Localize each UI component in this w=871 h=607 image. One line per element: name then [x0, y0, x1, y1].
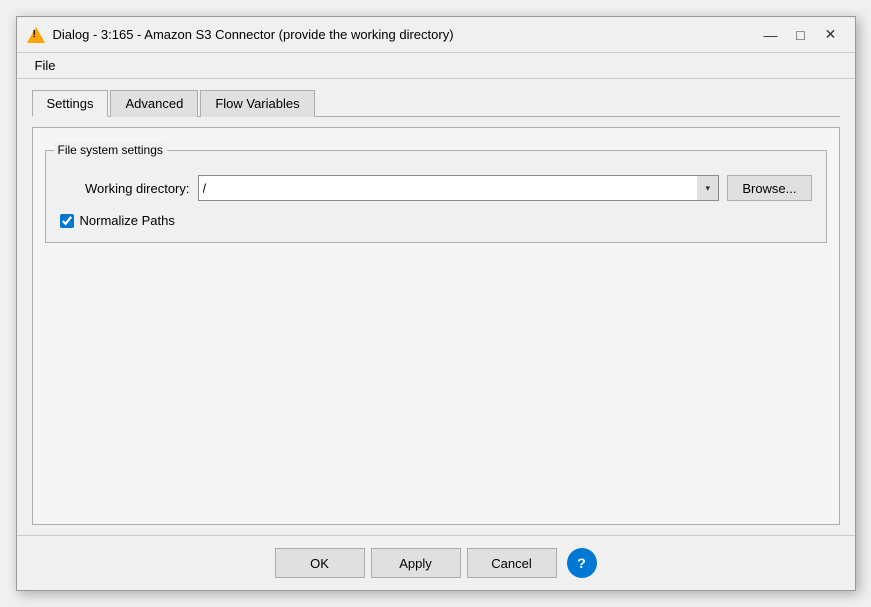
ok-button[interactable]: OK: [275, 548, 365, 578]
file-system-settings-group: File system settings Working directory: …: [45, 150, 827, 243]
menu-file[interactable]: File: [27, 56, 64, 75]
minimize-button[interactable]: —: [757, 23, 785, 47]
normalize-paths-label[interactable]: Normalize Paths: [80, 213, 175, 228]
content-spacer: [45, 243, 827, 512]
help-button[interactable]: ?: [567, 548, 597, 578]
apply-button[interactable]: Apply: [371, 548, 461, 578]
window-title: Dialog - 3:165 - Amazon S3 Connector (pr…: [53, 27, 454, 42]
working-directory-row: Working directory: ▾ Browse...: [60, 175, 812, 201]
dialog-footer: OK Apply Cancel ?: [17, 535, 855, 590]
menu-bar: File: [17, 53, 855, 79]
cancel-button[interactable]: Cancel: [467, 548, 557, 578]
dialog-content: Settings Advanced Flow Variables File sy…: [17, 79, 855, 535]
normalize-paths-row: Normalize Paths: [60, 213, 812, 228]
browse-button[interactable]: Browse...: [727, 175, 811, 201]
tabs-container: Settings Advanced Flow Variables: [32, 89, 840, 117]
warning-icon: [27, 26, 45, 44]
working-directory-input[interactable]: [198, 175, 720, 201]
title-bar-left: Dialog - 3:165 - Amazon S3 Connector (pr…: [27, 26, 454, 44]
working-directory-label: Working directory:: [60, 181, 190, 196]
group-title: File system settings: [54, 143, 167, 157]
settings-panel: File system settings Working directory: …: [32, 127, 840, 525]
tab-flow-variables[interactable]: Flow Variables: [200, 90, 314, 117]
dialog-window: Dialog - 3:165 - Amazon S3 Connector (pr…: [16, 16, 856, 591]
close-button[interactable]: ✕: [817, 23, 845, 47]
normalize-paths-checkbox[interactable]: [60, 214, 74, 228]
tab-settings[interactable]: Settings: [32, 90, 109, 117]
maximize-button[interactable]: □: [787, 23, 815, 47]
tab-advanced[interactable]: Advanced: [110, 90, 198, 117]
title-controls: — □ ✕: [757, 23, 845, 47]
working-directory-combo: ▾: [198, 175, 720, 201]
combo-dropdown-button[interactable]: ▾: [697, 175, 719, 201]
title-bar: Dialog - 3:165 - Amazon S3 Connector (pr…: [17, 17, 855, 53]
